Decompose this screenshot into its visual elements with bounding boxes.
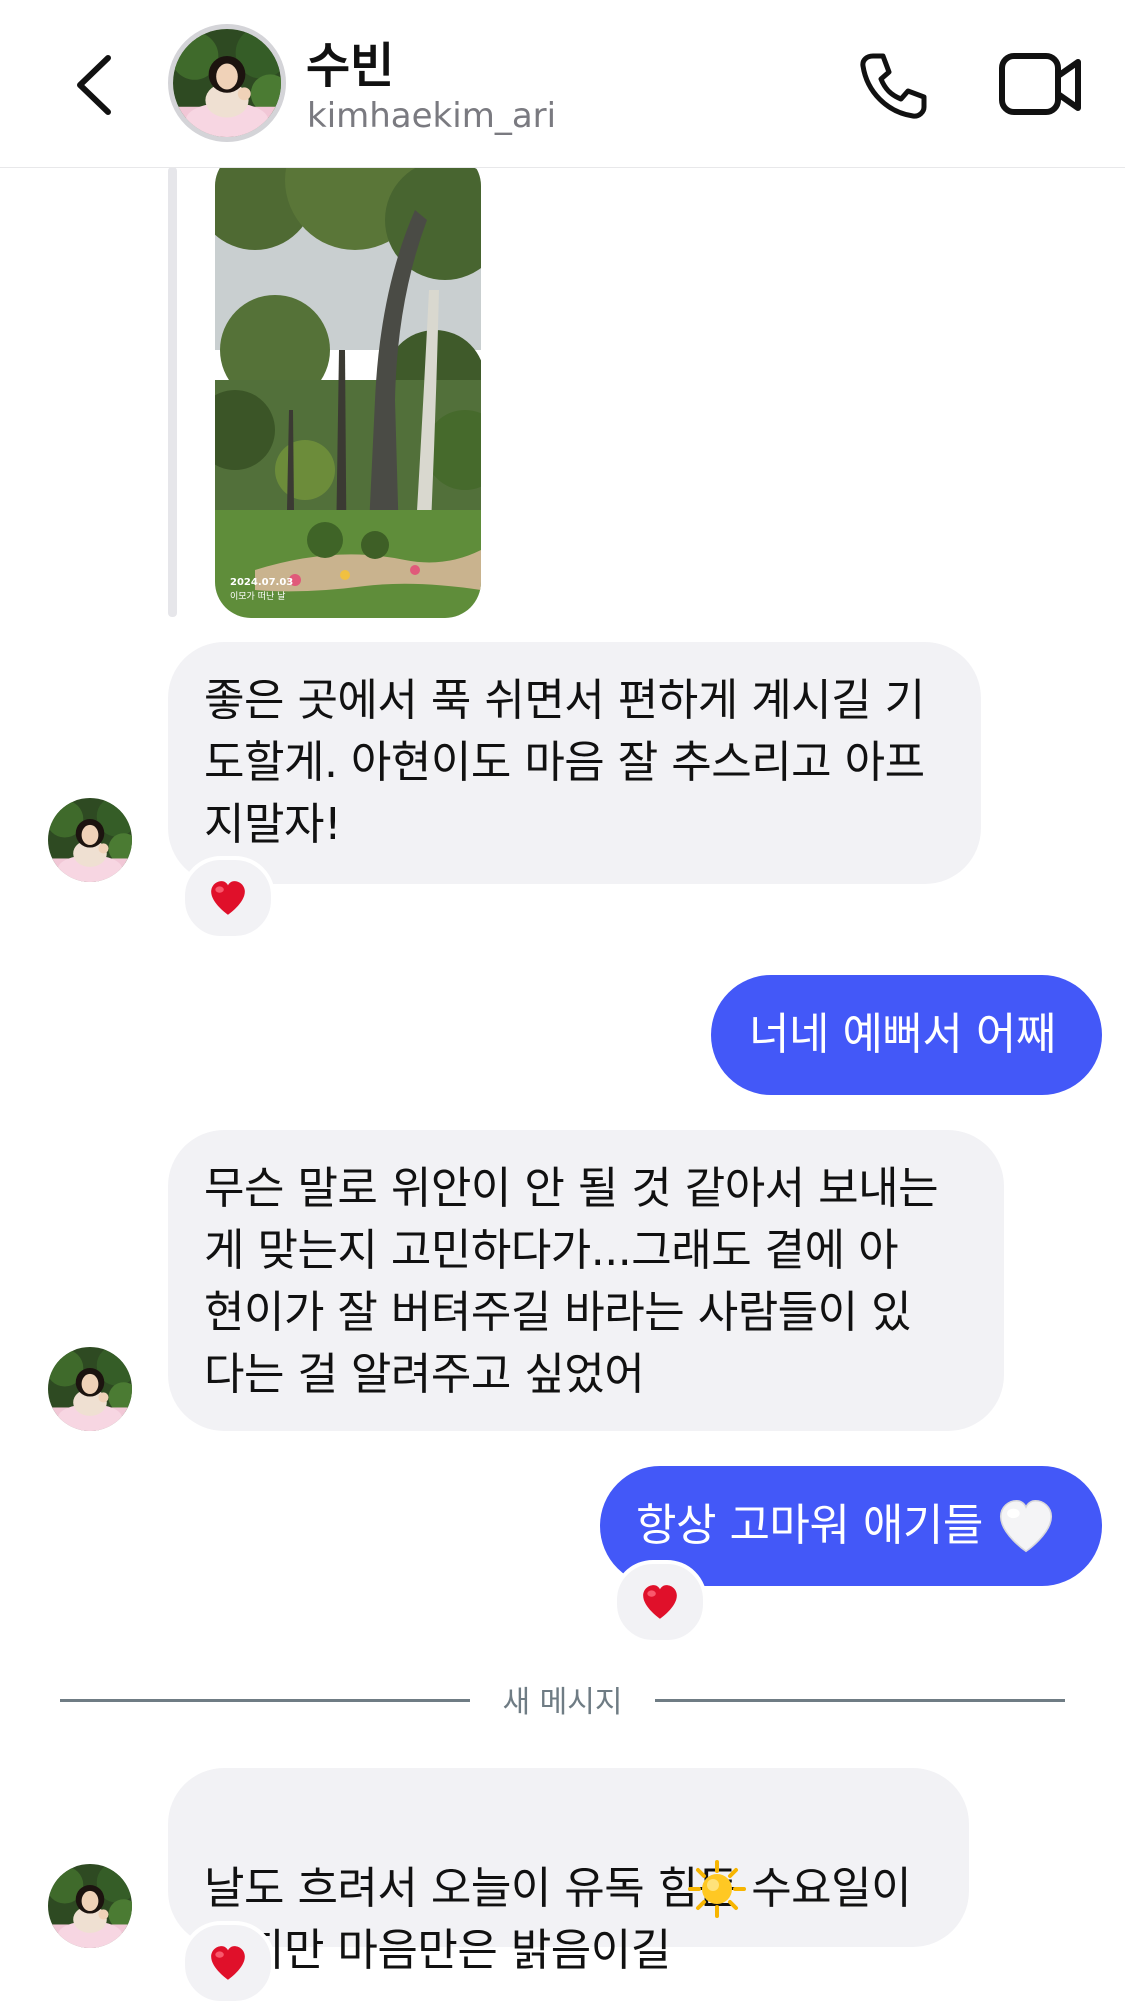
video-call-button[interactable] <box>998 50 1084 120</box>
sender-avatar[interactable] <box>48 1864 132 1948</box>
reaction-badge[interactable] <box>181 1921 275 2005</box>
new-messages-divider-label: 새 메시지 <box>502 1685 623 1720</box>
message-bubble-incoming[interactable]: 날도 흐려서 오늘이 유독 힘든 수요일이 겠지만 마음만은 밝음이길 <box>168 1768 969 1976</box>
heart-icon <box>211 881 245 915</box>
divider-line-right <box>655 1699 1065 1702</box>
message-text: 날도 흐려서 오늘이 유독 힘든 수요일이 겠지만 마음만은 밝음이길 <box>204 1863 912 1976</box>
reply-thread-line <box>168 167 177 617</box>
chevron-left-icon <box>77 55 111 115</box>
heart-icon <box>211 1946 245 1980</box>
contact-name[interactable]: 수빈 <box>306 26 394 96</box>
message-bubble-outgoing[interactable]: 너네 예뻐서 어째 <box>711 975 1102 1095</box>
contact-avatar[interactable] <box>168 24 286 142</box>
reaction-badge[interactable] <box>613 1560 707 1644</box>
message-bubble-incoming[interactable]: 좋은 곳에서 푹 쉬면서 편하게 계시길 기 도할게. 아현이도 마음 잘 추스… <box>168 642 981 884</box>
sender-avatar[interactable] <box>48 798 132 882</box>
back-button[interactable] <box>60 40 130 130</box>
sender-avatar[interactable] <box>48 1347 132 1431</box>
photo-caption: 이모가 떠난 날 <box>230 592 286 602</box>
video-camera-icon <box>999 53 1081 115</box>
divider-line-left <box>60 1699 470 1702</box>
sun-icon <box>688 1860 746 1918</box>
contact-username[interactable]: kimhaekim_ari <box>307 96 556 136</box>
reaction-badge[interactable] <box>181 856 275 940</box>
shared-photo[interactable]: 2024.07.03 이모가 떠난 날 <box>215 150 481 618</box>
voice-call-button[interactable] <box>855 48 931 124</box>
phone-icon <box>860 53 927 119</box>
message-bubble-incoming[interactable]: 무슨 말로 위안이 안 될 것 같아서 보내는 게 맞는지 고민하다가...그래… <box>168 1130 1004 1431</box>
message-text: 너네 예뻐서 어째 <box>749 1009 1056 1060</box>
white-heart-icon <box>999 1499 1053 1553</box>
chat-header: 수빈 kimhaekim_ari <box>0 0 1125 168</box>
photo-date: 2024.07.03 <box>230 577 294 588</box>
heart-icon <box>643 1585 677 1619</box>
